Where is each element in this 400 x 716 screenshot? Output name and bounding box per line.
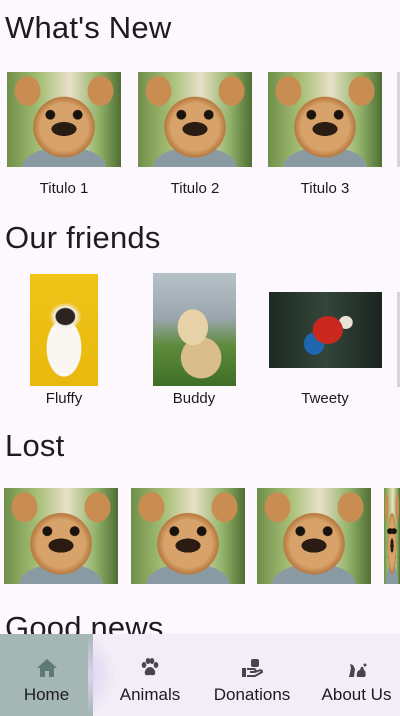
nav-item-home[interactable]: Home bbox=[0, 634, 93, 716]
yorkie-dog-photo bbox=[138, 72, 252, 167]
yorkie-dog-photo-peek[interactable] bbox=[384, 488, 400, 584]
our-friends-title: Our friends bbox=[5, 220, 161, 255]
home-scroll-content[interactable]: What's New Titulo 1 Titulo 2 Titulo 3 Ou… bbox=[0, 0, 400, 634]
nav-label-home: Home bbox=[23, 685, 70, 704]
cat-photo bbox=[30, 274, 98, 386]
nav-label-animals: Animals bbox=[119, 685, 181, 704]
nav-item-about-us[interactable]: About Us bbox=[313, 634, 400, 716]
parrot-photo bbox=[269, 292, 382, 368]
friend-name: Fluffy bbox=[45, 390, 83, 407]
home-icon bbox=[36, 659, 57, 677]
nav-item-donations[interactable]: Donations bbox=[203, 634, 301, 716]
yorkie-dog-photo bbox=[268, 72, 382, 167]
card-caption: Titulo 1 bbox=[39, 180, 89, 197]
friend-name: Buddy bbox=[172, 390, 216, 407]
donation-hand-icon bbox=[242, 659, 264, 677]
yorkie-dog-photo bbox=[7, 72, 121, 167]
our-friends-carousel[interactable]: Fluffy Buddy Tweety bbox=[0, 272, 400, 407]
yorkie-dog-photo[interactable] bbox=[257, 488, 371, 584]
lost-title: Lost bbox=[5, 428, 65, 463]
paw-icon bbox=[141, 658, 159, 676]
nav-item-animals[interactable]: Animals bbox=[108, 634, 192, 716]
bottom-navigation-bar: Home Animals Donations About Us bbox=[0, 634, 400, 716]
lost-carousel[interactable] bbox=[0, 488, 400, 618]
good-news-title: Good news bbox=[5, 610, 164, 634]
pets-group-icon bbox=[348, 663, 366, 677]
whats-new-carousel[interactable]: Titulo 1 Titulo 2 Titulo 3 bbox=[0, 72, 400, 202]
golden-retriever-photo bbox=[153, 273, 236, 386]
yorkie-dog-photo[interactable] bbox=[131, 488, 245, 584]
nav-label-donations: Donations bbox=[213, 685, 291, 704]
whats-new-title: What's New bbox=[5, 10, 172, 45]
card-caption: Titulo 3 bbox=[300, 180, 350, 197]
friend-name: Tweety bbox=[301, 390, 349, 407]
card-caption: Titulo 2 bbox=[170, 180, 220, 197]
yorkie-dog-photo[interactable] bbox=[4, 488, 118, 584]
nav-label-about-us: About Us bbox=[321, 685, 392, 704]
